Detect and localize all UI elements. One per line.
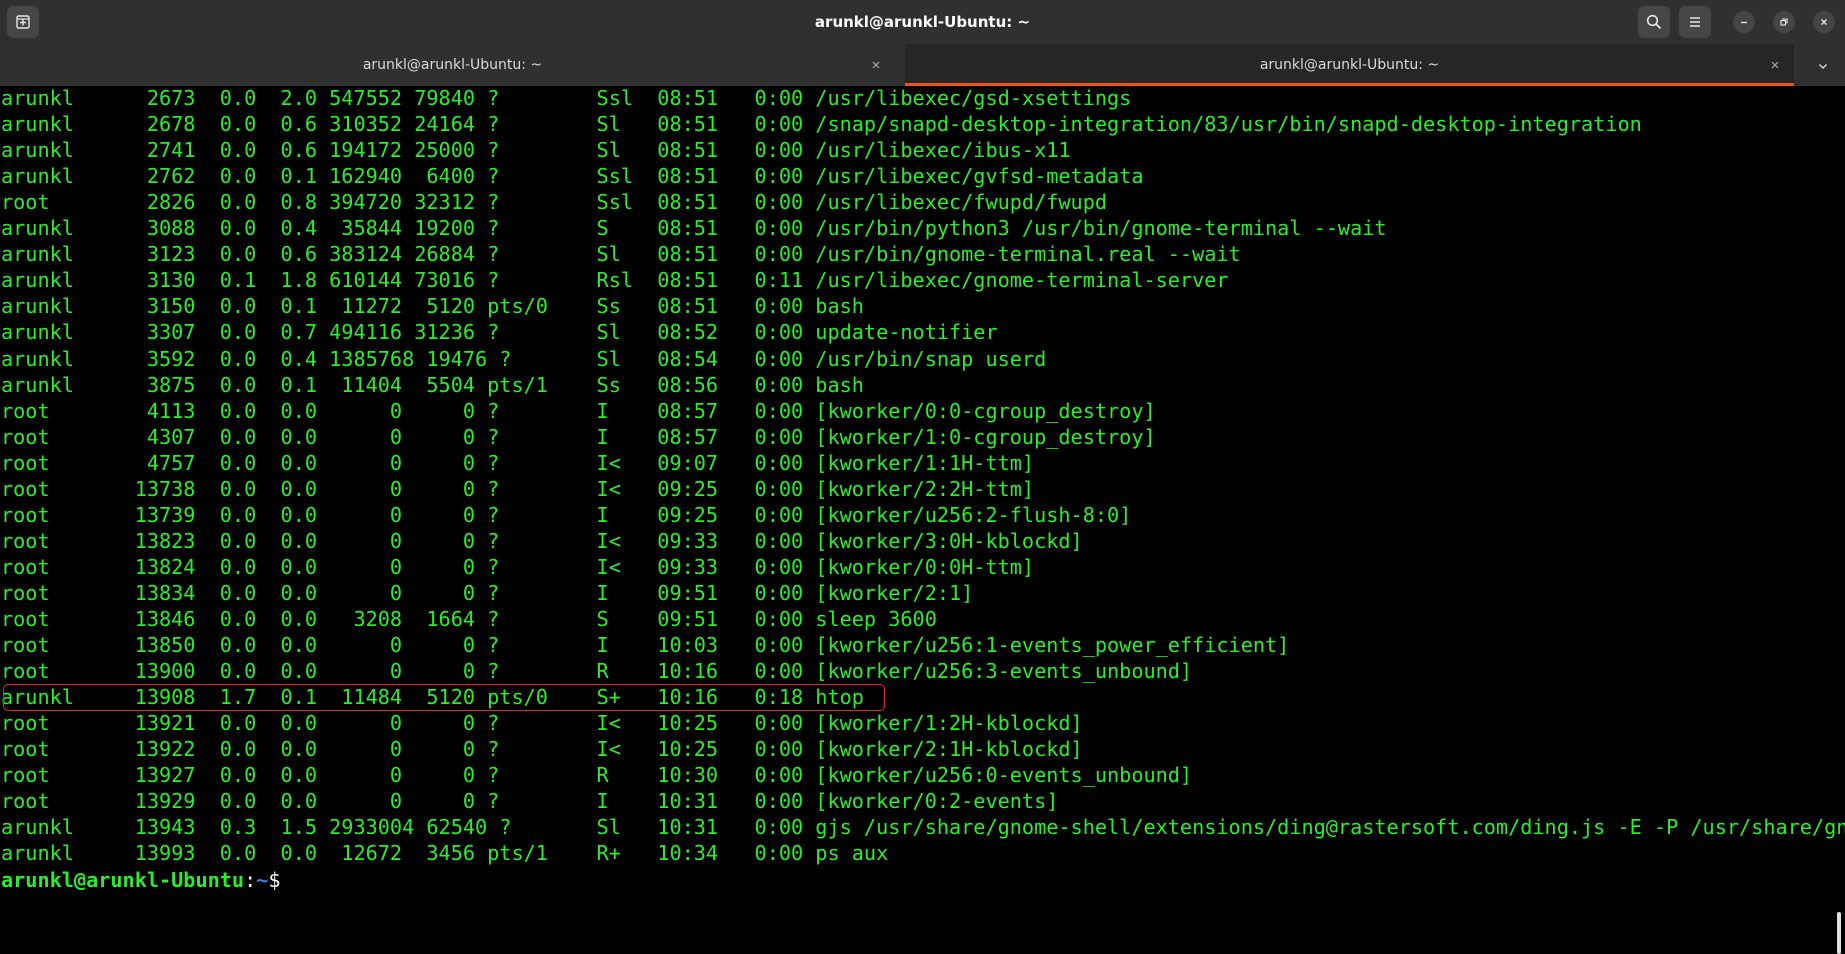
process-row: root 13738 0.0 0.0 0 0 ? I< 09:25 0:00 [… xyxy=(1,476,1035,501)
window-title: arunkl@arunkl-Ubuntu: ~ xyxy=(814,13,1031,31)
process-row: root 13834 0.0 0.0 0 0 ? I 09:51 0:00 [k… xyxy=(1,580,974,605)
tab-bar: arunkl@arunkl-Ubuntu: ~ arunkl@arunkl-Ub… xyxy=(0,44,1845,86)
hamburger-menu-icon xyxy=(1690,17,1700,27)
process-row: arunkl 13993 0.0 0.0 12672 3456 pts/1 R+… xyxy=(1,841,889,866)
process-row: root 13739 0.0 0.0 0 0 ? I 09:25 0:00 [k… xyxy=(1,502,1132,527)
prompt-symbol: $ xyxy=(268,867,281,892)
close-button[interactable] xyxy=(1813,11,1835,33)
prompt-user-host: arunkl@arunkl-Ubuntu xyxy=(1,867,245,892)
process-row: root 4113 0.0 0.0 0 0 ? I 08:57 0:00 [kw… xyxy=(1,398,1156,423)
title-bar: arunkl@arunkl-Ubuntu: ~ xyxy=(0,0,1845,44)
chevron-down-icon xyxy=(1819,64,1827,69)
process-row: arunkl 3150 0.0 0.1 11272 5120 pts/0 Ss … xyxy=(1,294,864,319)
maximize-button[interactable] xyxy=(1773,11,1795,33)
prompt-colon: : xyxy=(244,867,257,892)
minimize-button[interactable] xyxy=(1733,11,1755,33)
tab-label: arunkl@arunkl-Ubuntu: ~ xyxy=(362,57,543,73)
process-row: arunkl 3592 0.0 0.4 1385768 19476 ? Sl 0… xyxy=(1,346,1047,371)
process-row: arunkl 2741 0.0 0.6 194172 25000 ? Sl 08… xyxy=(1,138,1071,163)
shell-prompt[interactable]: arunkl@arunkl-Ubuntu:~$ xyxy=(1,867,281,893)
process-row: arunkl 13943 0.3 1.5 2933004 62540 ? Sl … xyxy=(1,815,1845,840)
minimize-icon xyxy=(1741,21,1747,24)
process-row: arunkl 3307 0.0 0.7 494116 31236 ? Sl 08… xyxy=(1,320,998,345)
process-row: root 13927 0.0 0.0 0 0 ? R 10:30 0:00 [k… xyxy=(1,763,1193,788)
process-row: arunkl 3130 0.1 1.8 610144 73016 ? Rsl 0… xyxy=(1,268,1229,293)
prompt-path: ~ xyxy=(256,867,269,892)
process-row: root 13850 0.0 0.0 0 0 ? I 10:03 0:00 [k… xyxy=(1,633,1290,658)
close-icon xyxy=(1771,61,1779,69)
process-row-highlighted: arunkl 13908 1.7 0.1 11484 5120 pts/0 S+… xyxy=(1,685,864,710)
process-row: arunkl 2762 0.0 0.1 162940 6400 ? Ssl 08… xyxy=(1,164,1144,189)
tab-close-button[interactable] xyxy=(1765,55,1785,75)
search-icon xyxy=(1646,14,1662,30)
tab-2[interactable]: arunkl@arunkl-Ubuntu: ~ xyxy=(905,44,1794,86)
terminal-output[interactable]: arunkl 2673 0.0 2.0 547552 79840 ? Ssl 0… xyxy=(0,86,1845,954)
scrollbar[interactable] xyxy=(1837,912,1841,954)
process-row: root 13922 0.0 0.0 0 0 ? I< 10:25 0:00 [… xyxy=(1,737,1083,762)
close-icon xyxy=(1821,19,1827,25)
process-row: root 13824 0.0 0.0 0 0 ? I< 09:33 0:00 [… xyxy=(1,554,1035,579)
process-row: arunkl 3123 0.0 0.6 383124 26884 ? Sl 08… xyxy=(1,242,1241,267)
process-row: arunkl 3875 0.0 0.1 11404 5504 pts/1 Ss … xyxy=(1,372,864,397)
menu-button[interactable] xyxy=(1679,6,1711,38)
process-row: root 13929 0.0 0.0 0 0 ? I 10:31 0:00 [k… xyxy=(1,789,1059,814)
process-row: root 13900 0.0 0.0 0 0 ? R 10:16 0:00 [k… xyxy=(1,659,1193,684)
process-row: root 13823 0.0 0.0 0 0 ? I< 09:33 0:00 [… xyxy=(1,528,1083,553)
search-button[interactable] xyxy=(1638,6,1670,38)
process-row: root 4757 0.0 0.0 0 0 ? I< 09:07 0:00 [k… xyxy=(1,450,1035,475)
process-row: arunkl 2678 0.0 0.6 310352 24164 ? Sl 08… xyxy=(1,112,1642,137)
restore-icon xyxy=(1780,18,1788,26)
close-icon xyxy=(872,61,880,69)
process-row: root 13846 0.0 0.0 3208 1664 ? S 09:51 0… xyxy=(1,607,937,631)
process-row: arunkl 3088 0.0 0.4 35844 19200 ? S 08:5… xyxy=(1,216,1387,241)
process-row: root 4307 0.0 0.0 0 0 ? I 08:57 0:00 [kw… xyxy=(1,424,1156,449)
tab-1[interactable]: arunkl@arunkl-Ubuntu: ~ xyxy=(0,44,905,86)
tabs-menu-button[interactable] xyxy=(1812,55,1834,77)
tab-label: arunkl@arunkl-Ubuntu: ~ xyxy=(1259,57,1440,73)
process-row: root 13921 0.0 0.0 0 0 ? I< 10:25 0:00 [… xyxy=(1,711,1083,736)
process-row: arunkl 2673 0.0 2.0 547552 79840 ? Ssl 0… xyxy=(1,86,1132,110)
tab-close-button[interactable] xyxy=(866,55,886,75)
process-row: root 2826 0.0 0.8 394720 32312 ? Ssl 08:… xyxy=(1,190,1108,215)
